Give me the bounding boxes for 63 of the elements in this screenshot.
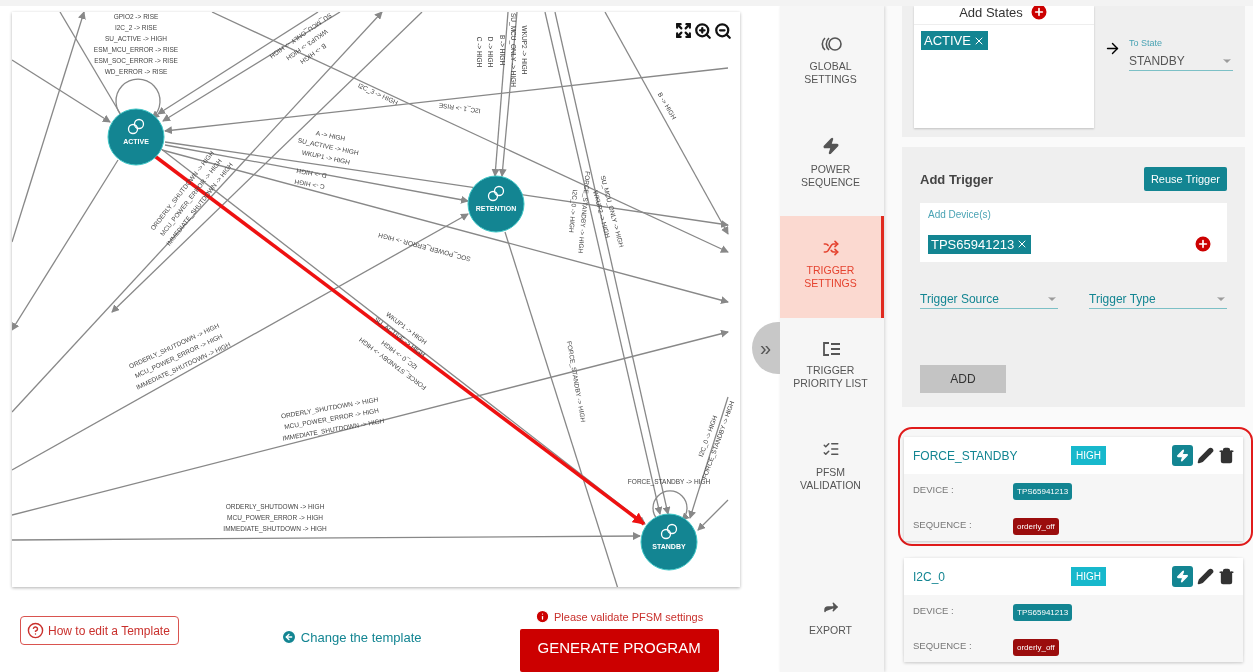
- to-state-select[interactable]: STANDBY: [1129, 52, 1233, 71]
- help-icon: [27, 622, 44, 639]
- trigger-level: HIGH: [1071, 567, 1106, 586]
- state-node[interactable]: [107, 108, 165, 166]
- sidebar-tab[interactable]: TRIGGER SETTINGS: [780, 216, 884, 318]
- device-tag: TPS65941213: [1013, 483, 1073, 500]
- lightning-button[interactable]: [1172, 566, 1193, 587]
- sequence-tag: orderly_off: [1013, 639, 1059, 656]
- delete-icon[interactable]: [1218, 568, 1235, 585]
- sidebar-tab[interactable]: GLOBAL SETTINGS: [780, 6, 884, 111]
- trigger-level: HIGH: [1071, 446, 1106, 465]
- to-state-label: To State: [1129, 38, 1164, 48]
- sidebar-tab[interactable]: POWER SEQUENCE: [780, 111, 884, 216]
- trigger-name: FORCE_STANDBY: [913, 448, 1019, 463]
- edit-icon[interactable]: [1197, 568, 1214, 585]
- sidebar-tab[interactable]: EXPORT: [780, 598, 884, 658]
- link-icon: [660, 523, 678, 540]
- info-icon: [535, 609, 550, 624]
- trigger-source-select[interactable]: Trigger Source: [920, 290, 1058, 309]
- zoom-in-icon[interactable]: [694, 22, 712, 40]
- arrow-icon: [1104, 40, 1121, 57]
- delete-icon[interactable]: [1218, 447, 1235, 464]
- help-button[interactable]: How to edit a Template: [20, 616, 179, 645]
- shuffle-icon: [822, 240, 839, 256]
- lightning-button[interactable]: [1172, 445, 1193, 466]
- link-icon: [487, 185, 505, 202]
- change-template-link[interactable]: Change the template: [280, 629, 422, 645]
- fit-screen-icon[interactable]: [675, 22, 692, 40]
- lightning-icon: [1176, 449, 1189, 462]
- generate-program-button[interactable]: GENERATE PROGRAM: [519, 629, 719, 672]
- sequence-label: SEQUENCE :: [913, 639, 973, 651]
- edit-icon[interactable]: [1197, 447, 1214, 464]
- lightning-icon: [821, 137, 840, 155]
- reuse-trigger-button[interactable]: Reuse Trigger: [1143, 167, 1227, 191]
- device-label: DEVICE :: [913, 483, 955, 495]
- device-tag: TPS65941213: [1013, 604, 1073, 621]
- warning-message: Please validate PFSM settings: [554, 610, 704, 623]
- add-trigger-title: Add Trigger: [920, 171, 993, 187]
- priority-list-icon: [820, 342, 841, 356]
- device-chip: TPS65941213: [928, 234, 1032, 254]
- state-node[interactable]: [640, 513, 698, 571]
- trigger-name: I2C_0: [913, 569, 947, 584]
- trigger-type-select[interactable]: Trigger Type: [1089, 290, 1227, 309]
- self-loop-arrow: [652, 490, 690, 521]
- self-loop-arrow: [115, 78, 161, 119]
- state-node[interactable]: [467, 175, 525, 233]
- sidebar-tab[interactable]: PFSM VALIDATION: [780, 418, 884, 598]
- add-states-title: Add States: [959, 6, 1023, 20]
- link-icon: [127, 118, 145, 135]
- sequence-tag: orderly_off: [1013, 518, 1059, 535]
- checklist-icon: [821, 440, 840, 458]
- state-chip: ACTIVE: [921, 31, 988, 50]
- lightning-icon: [1176, 570, 1189, 583]
- back-icon: [280, 629, 297, 645]
- sequence-label: SEQUENCE :: [913, 518, 973, 530]
- collapse-toggle[interactable]: »: [752, 322, 780, 374]
- device-label: DEVICE :: [913, 604, 955, 616]
- rings-icon: [819, 36, 842, 52]
- sidebar-tab[interactable]: TRIGGER PRIORITY LIST: [780, 318, 884, 418]
- add-icon[interactable]: [1028, 6, 1049, 22]
- devices-field[interactable]: Add Device(s) TPS65941213: [920, 203, 1227, 262]
- zoom-out-icon[interactable]: [714, 22, 732, 40]
- add-icon[interactable]: [1193, 234, 1213, 254]
